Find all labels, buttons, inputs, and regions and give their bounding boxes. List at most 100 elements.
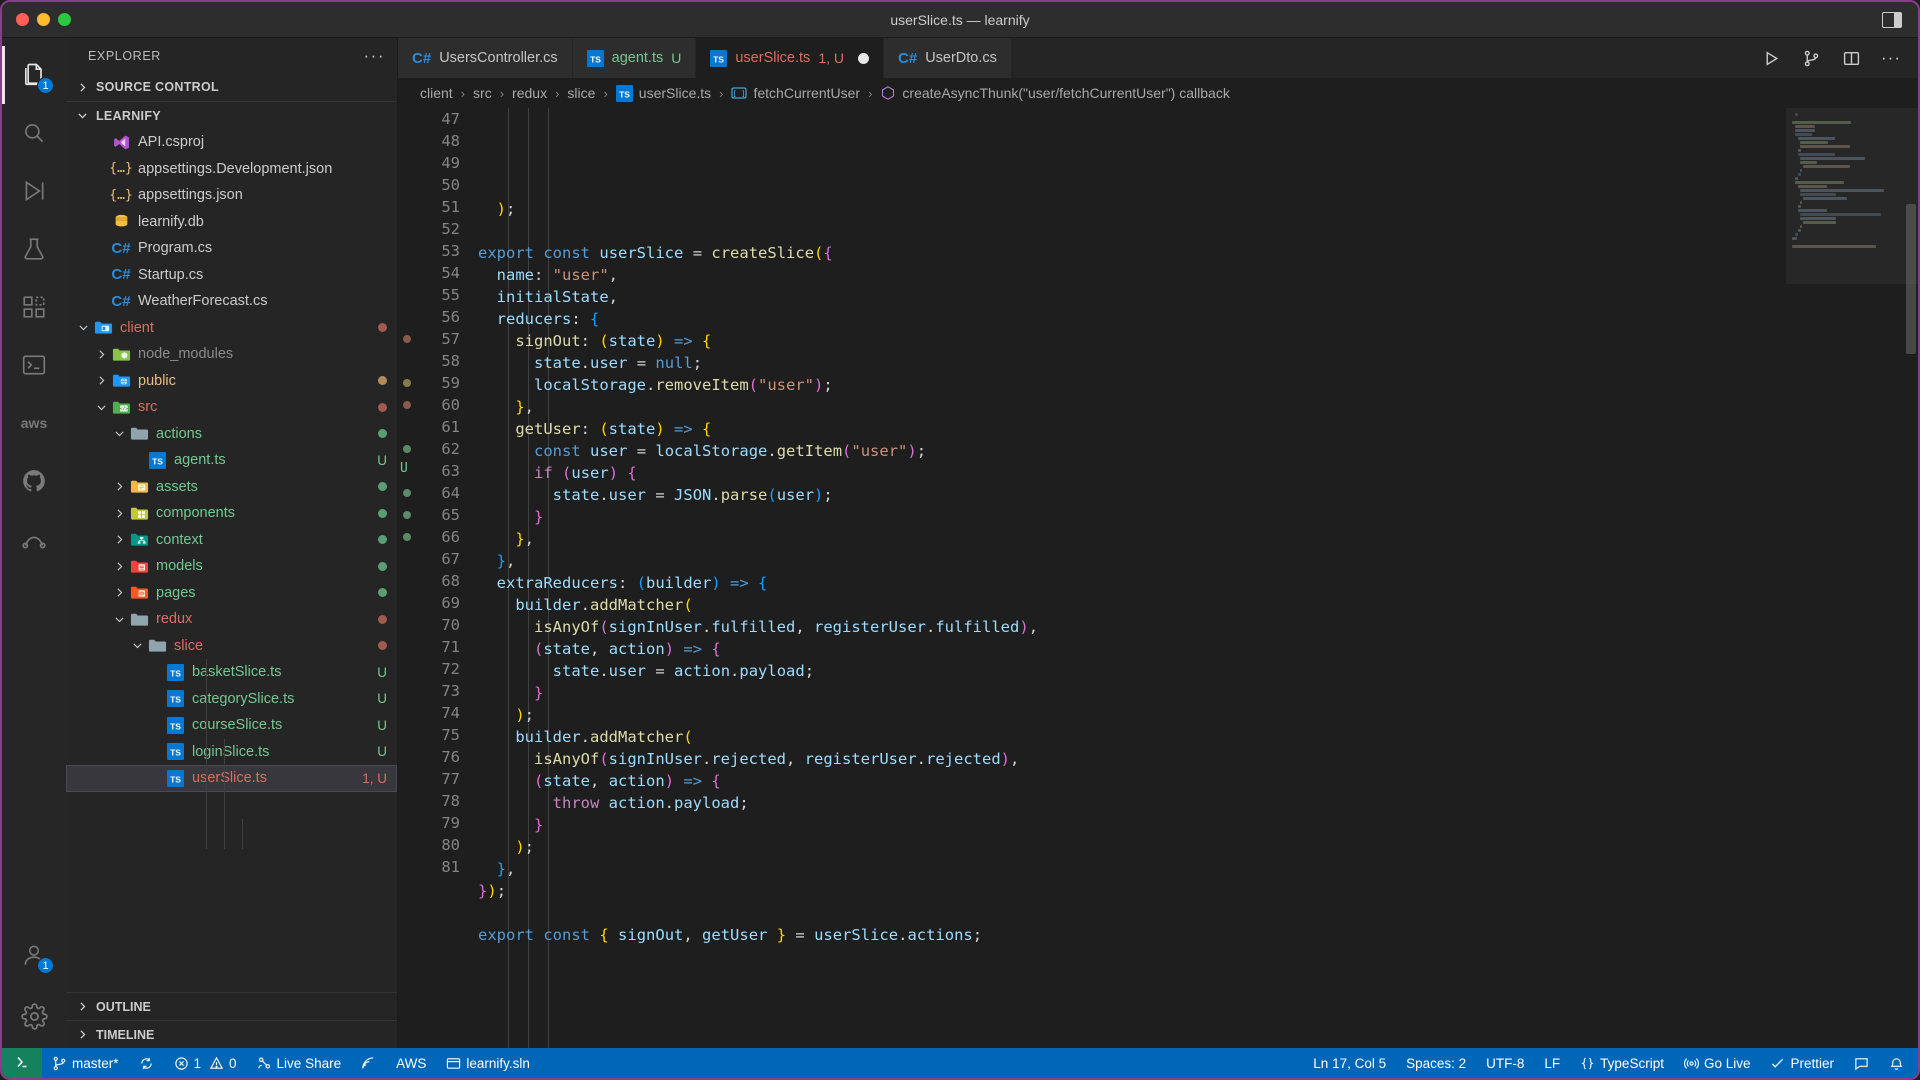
code-line-78[interactable]: });	[472, 880, 1786, 902]
sidebar-item-github-actions[interactable]	[2, 510, 66, 568]
tree-folder-context[interactable]: context	[66, 527, 397, 554]
tree-file-categorySlice.ts[interactable]: TS categorySlice.ts U	[66, 686, 397, 713]
tree-file-appsettings.json[interactable]: {…} appsettings.json	[66, 182, 397, 209]
breadcrumb-item-6[interactable]: createAsyncThunk("user/fetchCurrentUser"…	[880, 85, 1230, 101]
tree-folder-assets[interactable]: assets	[66, 474, 397, 501]
file-tree[interactable]: API.csproj {…} appsettings.Development.jso…	[66, 129, 397, 992]
ellipsis-icon[interactable]: ···	[1880, 47, 1902, 69]
code-line-71[interactable]: builder.addMatcher(	[472, 726, 1786, 748]
code-line-68[interactable]: state.user = action.payload;	[472, 660, 1786, 682]
code-line-56[interactable]: },	[472, 396, 1786, 418]
editor-scrollbar[interactable]	[1904, 108, 1918, 1048]
tree-file-agent.ts[interactable]: TS agent.ts U	[66, 447, 397, 474]
code-line-74[interactable]: throw action.payload;	[472, 792, 1786, 814]
code-line-48[interactable]	[472, 220, 1786, 242]
explorer-more-actions-button[interactable]: ···	[364, 47, 385, 64]
chevron-right-icon[interactable]	[92, 374, 110, 387]
status-prettier[interactable]: Prettier	[1760, 1048, 1844, 1078]
status-sonarlint[interactable]	[351, 1048, 386, 1078]
tree-folder-slice[interactable]: slice	[66, 633, 397, 660]
tree-file-loginSlice.ts[interactable]: TS loginSlice.ts U	[66, 739, 397, 766]
sidebar-item-extensions[interactable]	[2, 278, 66, 336]
code-line-69[interactable]: }	[472, 682, 1786, 704]
sidebar-item-explorer[interactable]: 1	[2, 46, 66, 104]
minimap[interactable]	[1786, 108, 1918, 1048]
tree-file-WeatherForecast.cs[interactable]: C# WeatherForecast.cs	[66, 288, 397, 315]
status-editor-actions[interactable]	[1844, 1048, 1879, 1078]
tree-file-API.csproj[interactable]: API.csproj	[66, 129, 397, 156]
code-line-49[interactable]: export const userSlice = createSlice({	[472, 242, 1786, 264]
titlebar-actions[interactable]	[1882, 11, 1918, 28]
branch-icon[interactable]	[1800, 47, 1822, 69]
chevron-down-icon[interactable]	[128, 639, 146, 652]
tree-folder-public[interactable]: public	[66, 368, 397, 395]
tree-file-userSlice.ts[interactable]: TS userSlice.ts 1, U	[66, 765, 397, 792]
code-content[interactable]: ); export const userSlice = createSlice(…	[472, 108, 1786, 1048]
play-icon[interactable]	[1760, 47, 1782, 69]
tree-file-Program.cs[interactable]: C# Program.cs	[66, 235, 397, 262]
code-line-81[interactable]	[472, 946, 1786, 968]
split-icon[interactable]	[1840, 47, 1862, 69]
section-learnify[interactable]: LEARNIFY	[66, 101, 397, 129]
status-live-share[interactable]: Live Share	[247, 1048, 352, 1078]
minimize-button[interactable]	[37, 13, 50, 26]
code-line-79[interactable]	[472, 902, 1786, 924]
tree-folder-node_modules[interactable]: node_modules	[66, 341, 397, 368]
breadcrumb-item-2[interactable]: redux	[512, 85, 547, 101]
breadcrumb[interactable]: client › src › redux › slice › TS userSlice.ts › [ …	[398, 78, 1918, 108]
sidebar-item-github[interactable]	[2, 452, 66, 510]
chevron-down-icon[interactable]	[92, 401, 110, 414]
code-line-80[interactable]: export const { signOut, getUser } = user…	[472, 924, 1786, 946]
tree-folder-redux[interactable]: redux	[66, 606, 397, 633]
window-controls[interactable]	[2, 13, 71, 26]
code-line-70[interactable]: );	[472, 704, 1786, 726]
maximize-button[interactable]	[58, 13, 71, 26]
tree-file-learnify.db[interactable]: learnify.db	[66, 209, 397, 236]
breadcrumb-item-4[interactable]: TS userSlice.ts	[615, 84, 711, 102]
chevron-right-icon[interactable]	[92, 348, 110, 361]
tree-folder-pages[interactable]: <> pages	[66, 580, 397, 607]
code-line-77[interactable]: },	[472, 858, 1786, 880]
sidebar-item-aws-toolkit[interactable]: aws	[2, 394, 66, 452]
section-source-control[interactable]: SOURCE CONTROL	[66, 73, 397, 101]
sidebar-item-run-and-debug[interactable]	[2, 162, 66, 220]
code-line-53[interactable]: signOut: (state) => {	[472, 330, 1786, 352]
code-line-55[interactable]: localStorage.removeItem("user");	[472, 374, 1786, 396]
sidebar-item-terminal[interactable]	[2, 336, 66, 394]
chevron-right-icon[interactable]	[110, 480, 128, 493]
code-line-52[interactable]: reducers: {	[472, 308, 1786, 330]
tab-dirty-indicator[interactable]	[858, 52, 869, 64]
chevron-down-icon[interactable]	[74, 321, 92, 334]
tree-file-basketSlice.ts[interactable]: TS basketSlice.ts U	[66, 659, 397, 686]
chevron-right-icon[interactable]	[110, 533, 128, 546]
tree-folder-client[interactable]: client	[66, 315, 397, 342]
tab-UserDto.cs[interactable]: C# UserDto.cs	[884, 38, 1012, 78]
tab-UsersController.cs[interactable]: C# UsersController.cs	[398, 38, 573, 78]
code-line-61[interactable]: }	[472, 506, 1786, 528]
status-go-live[interactable]: Go Live	[1674, 1048, 1761, 1078]
code-line-73[interactable]: (state, action) => {	[472, 770, 1786, 792]
manage-settings-button[interactable]	[2, 984, 66, 1048]
chevron-right-icon[interactable]	[110, 560, 128, 573]
tree-file-Startup.cs[interactable]: C# Startup.cs	[66, 262, 397, 289]
accounts-button[interactable]: 1	[2, 926, 66, 984]
code-line-76[interactable]: );	[472, 836, 1786, 858]
status-indentation[interactable]: Spaces: 2	[1396, 1048, 1476, 1078]
tab-agent.ts[interactable]: TS agent.ts U	[572, 38, 697, 78]
code-line-58[interactable]: const user = localStorage.getItem("user"…	[472, 440, 1786, 462]
tree-folder-src[interactable]: </> src	[66, 394, 397, 421]
tree-folder-models[interactable]: models	[66, 553, 397, 580]
code-line-67[interactable]: (state, action) => {	[472, 638, 1786, 660]
code-editor[interactable]: U 47 48 49 50 51 52 53 54 55 56 57 58 59 60 61 62 63 64 65…	[398, 108, 1918, 1048]
code-line-51[interactable]: initialState,	[472, 286, 1786, 308]
code-line-57[interactable]: getUser: (state) => {	[472, 418, 1786, 440]
remote-window-button[interactable]	[2, 1048, 42, 1078]
status-sync[interactable]	[129, 1048, 164, 1078]
sidebar-item-testing[interactable]	[2, 220, 66, 278]
code-line-50[interactable]: name: "user",	[472, 264, 1786, 286]
status-encoding[interactable]: UTF-8	[1476, 1048, 1534, 1078]
section-outline[interactable]: OUTLINE	[66, 992, 397, 1020]
status-eol[interactable]: LF	[1534, 1048, 1570, 1078]
code-line-47[interactable]: );	[472, 198, 1786, 220]
tree-file-courseSlice.ts[interactable]: TS courseSlice.ts U	[66, 712, 397, 739]
